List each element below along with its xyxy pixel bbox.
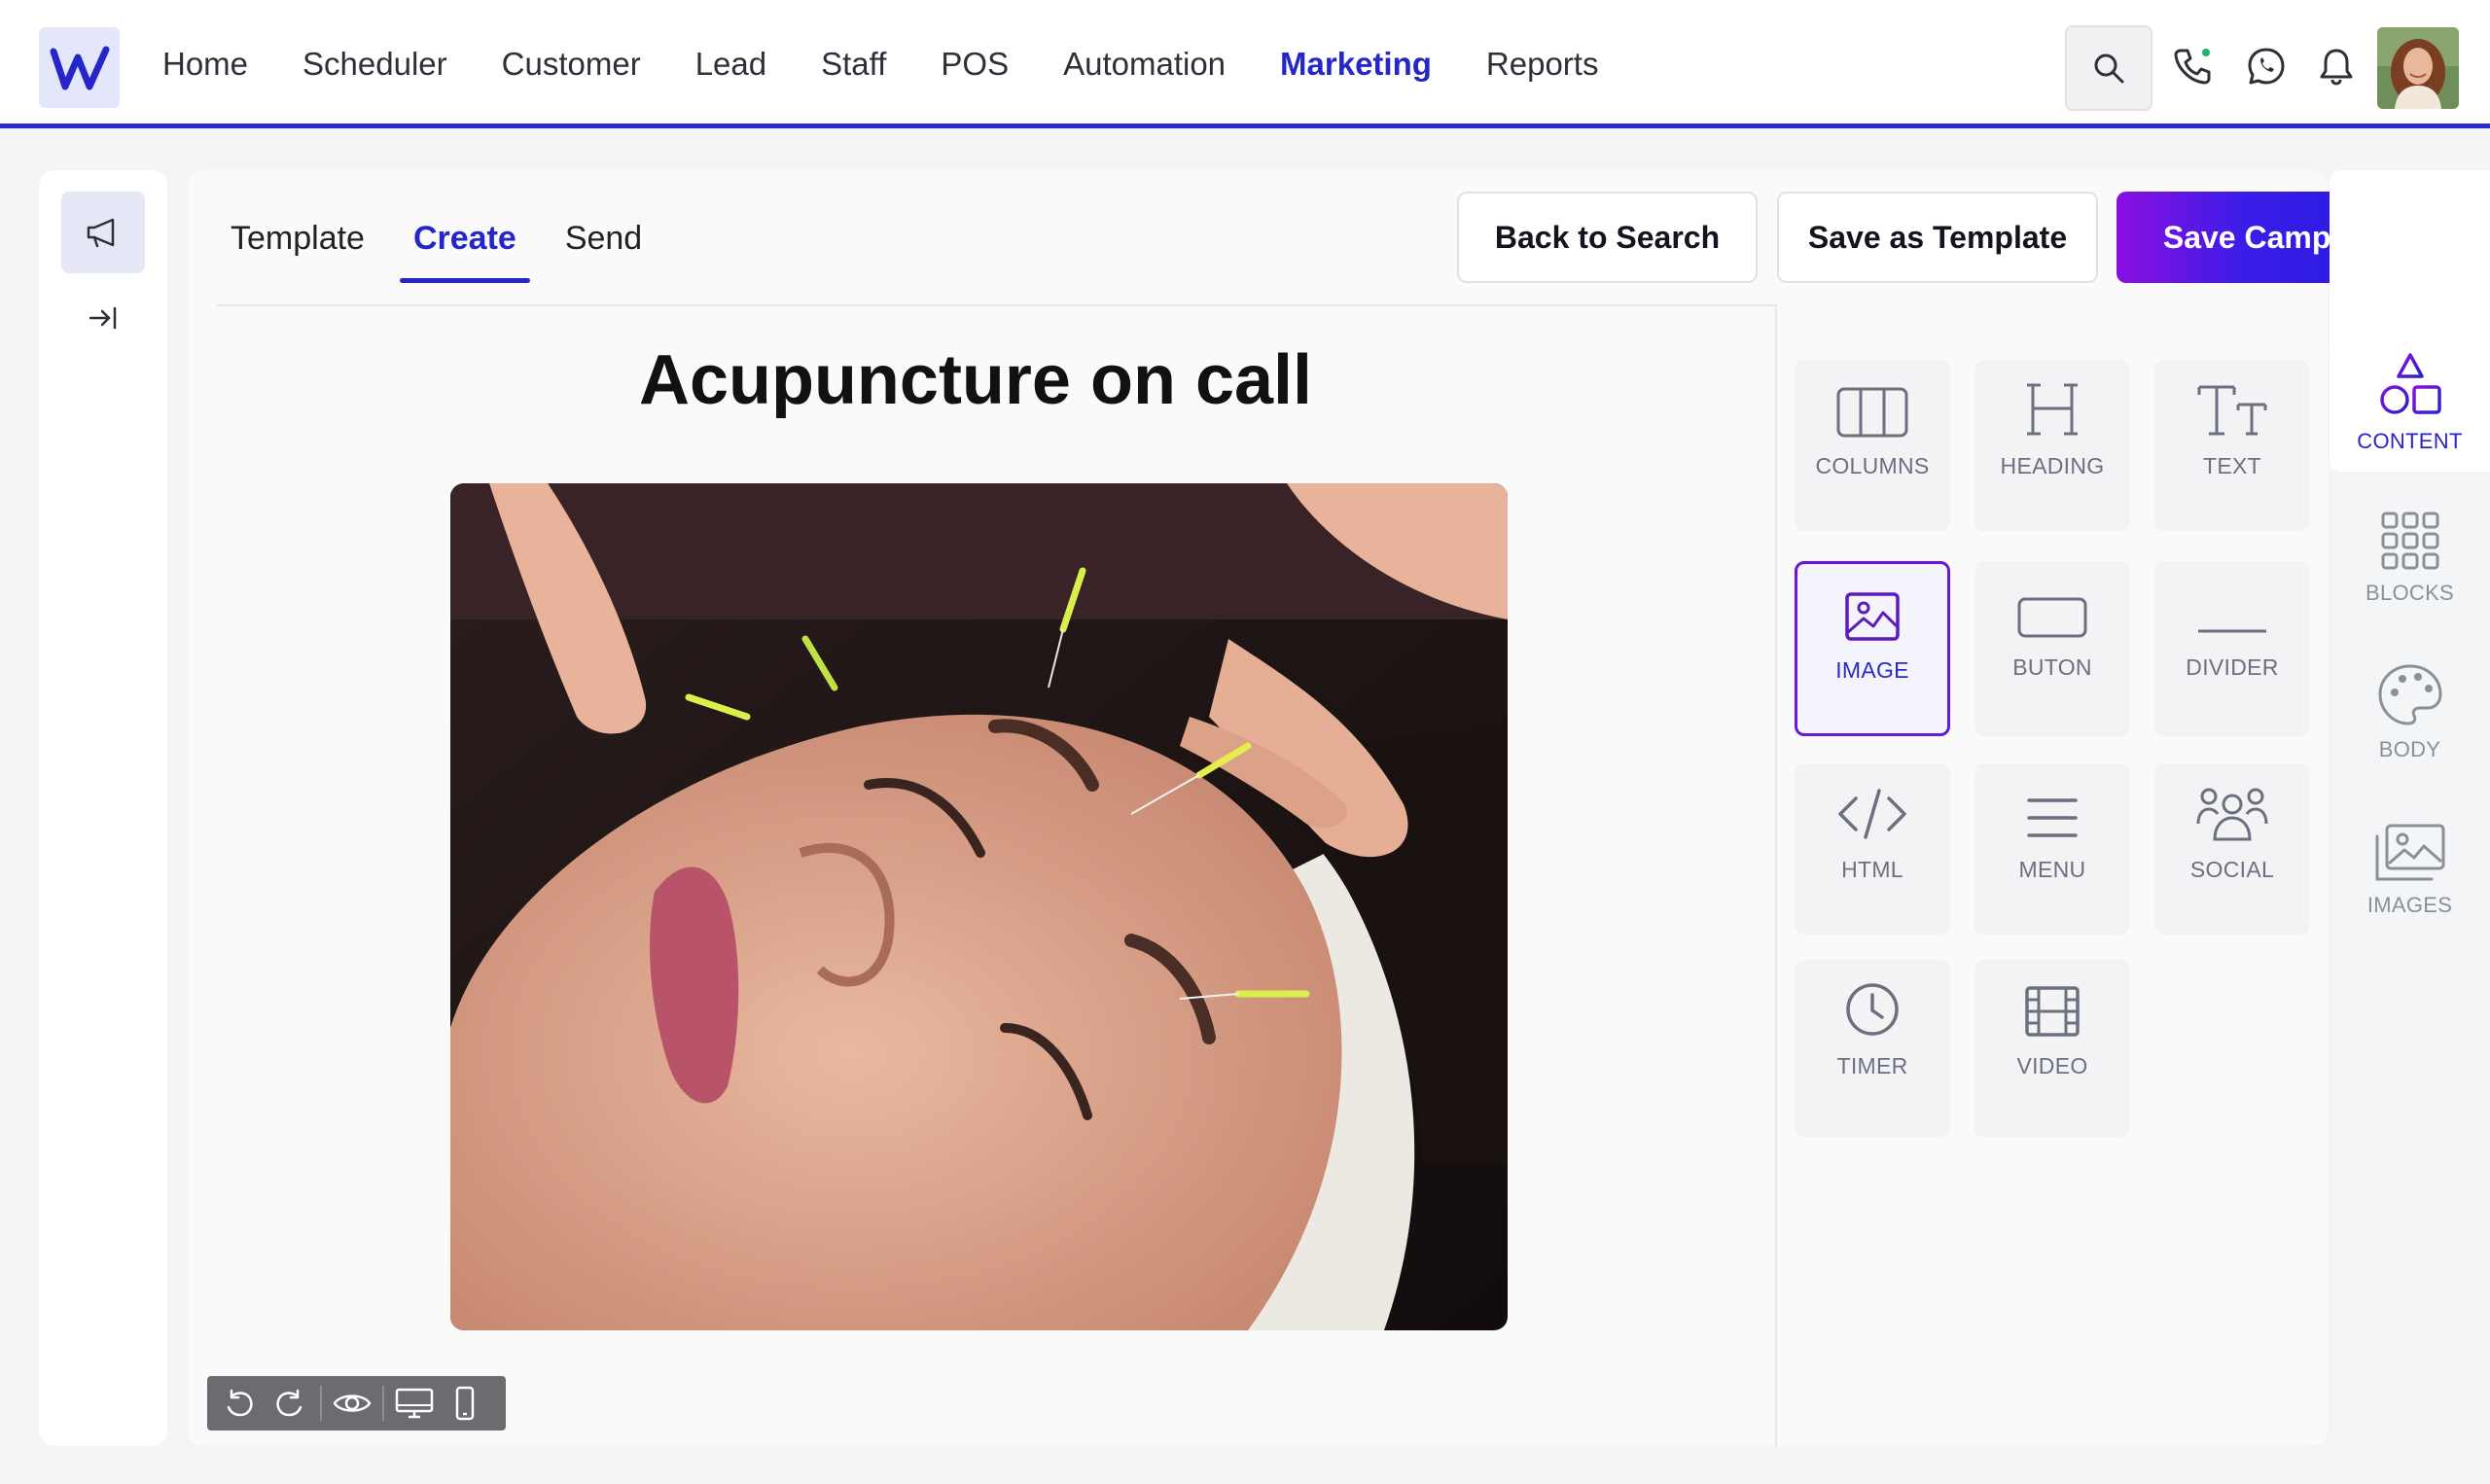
avatar-image <box>2377 27 2459 109</box>
panel-tab-content-label: CONTENT <box>2357 429 2463 453</box>
redo-button[interactable] <box>269 1383 310 1424</box>
grid-icon <box>2381 512 2438 570</box>
panel-tab-images-label: IMAGES <box>2366 893 2453 917</box>
desktop-icon <box>395 1388 434 1419</box>
back-to-search-button[interactable]: Back to Search <box>1457 192 1758 283</box>
tool-html[interactable]: HTML <box>1795 763 1950 935</box>
canvas-panel-divider <box>1775 306 1777 1446</box>
tool-heading[interactable]: HEADING <box>1974 360 2130 531</box>
expand-arrow-icon <box>89 306 117 330</box>
clock-icon <box>1844 960 1901 1038</box>
tool-text-label: TEXT <box>2203 453 2261 478</box>
nav-pos[interactable]: POS <box>941 46 1009 83</box>
logo-w-icon <box>50 46 109 89</box>
nav-home[interactable]: Home <box>162 46 248 83</box>
tab-template[interactable]: Template <box>217 170 378 306</box>
images-icon <box>2375 824 2444 881</box>
email-heading[interactable]: Acupuncture on call <box>188 340 1763 420</box>
divider-icon <box>2196 561 2268 639</box>
phone-button[interactable] <box>2171 45 2214 88</box>
campaigns-rail-button[interactable] <box>61 192 145 273</box>
tool-video[interactable]: VIDEO <box>1974 960 2130 1137</box>
tool-social[interactable]: SOCIAL <box>2154 763 2310 935</box>
panel-tab-blocks-label: BLOCKS <box>2365 581 2455 605</box>
tool-divider-label: DIVIDER <box>2186 654 2279 680</box>
nav-staff[interactable]: Staff <box>821 46 886 83</box>
editor-panel: Template Create Send Back to Search Save… <box>188 170 2441 1446</box>
tool-html-label: HTML <box>1841 857 1903 882</box>
tool-button-label: BUTON <box>2012 654 2092 680</box>
tool-columns[interactable]: COLUMNS <box>1795 360 1950 531</box>
tool-timer[interactable]: TIMER <box>1795 960 1950 1137</box>
panel-tab-body[interactable]: BODY <box>2330 663 2490 762</box>
toolbar-separator <box>382 1386 384 1421</box>
tab-send[interactable]: Send <box>551 170 656 306</box>
app-logo[interactable] <box>39 27 120 108</box>
button-icon <box>2016 561 2088 639</box>
save-as-template-button[interactable]: Save as Template <box>1777 192 2098 283</box>
top-navigation-bar: Home Scheduler Customer Lead Staff POS A… <box>0 0 2490 128</box>
panel-tab-images[interactable]: IMAGES <box>2330 823 2490 918</box>
tool-divider[interactable]: DIVIDER <box>2154 561 2310 736</box>
right-rail-items: CONTENT <box>2330 170 2490 486</box>
nav-reports[interactable]: Reports <box>1486 46 1599 83</box>
canvas-toolbar <box>207 1376 506 1431</box>
tabs-divider <box>217 304 1777 306</box>
whatsapp-icon <box>2248 48 2285 85</box>
undo-button[interactable] <box>219 1383 260 1424</box>
megaphone-icon <box>87 218 115 248</box>
image-icon <box>1844 564 1901 642</box>
undo-icon <box>227 1389 253 1417</box>
tool-columns-label: COLUMNS <box>1815 453 1930 478</box>
mobile-view-button[interactable] <box>445 1383 485 1424</box>
panel-tab-content[interactable]: CONTENT <box>2330 345 2490 472</box>
toolbar-separator <box>320 1386 322 1421</box>
tool-menu-label: MENU <box>2018 857 2086 882</box>
expand-rail-button[interactable] <box>61 289 145 347</box>
shapes-icon <box>2379 353 2441 414</box>
search-button[interactable] <box>2065 25 2152 111</box>
user-avatar[interactable] <box>2377 27 2459 109</box>
desktop-view-button[interactable] <box>394 1383 435 1424</box>
preview-button[interactable] <box>332 1383 373 1424</box>
main-nav: Home Scheduler Customer Lead Staff POS A… <box>162 0 1653 128</box>
acupuncture-photo <box>450 483 1508 1330</box>
menu-icon <box>2025 763 2080 841</box>
code-icon <box>1836 763 1908 841</box>
panel-tab-body-label: BODY <box>2378 737 2441 761</box>
tool-social-label: SOCIAL <box>2189 857 2275 882</box>
palette-icon <box>2377 664 2442 725</box>
tab-create[interactable]: Create <box>399 170 530 306</box>
notifications-button[interactable] <box>2315 45 2358 88</box>
mobile-icon <box>455 1386 475 1421</box>
eye-icon <box>333 1395 372 1412</box>
tool-image[interactable]: IMAGE <box>1795 561 1950 736</box>
bell-icon <box>2320 49 2353 86</box>
nav-lead[interactable]: Lead <box>695 46 766 83</box>
film-icon <box>2024 960 2081 1038</box>
nav-customer[interactable]: Customer <box>502 46 641 83</box>
nav-scheduler[interactable]: Scheduler <box>302 46 447 83</box>
editor-tabs: Template Create Send <box>217 170 677 306</box>
heading-icon <box>2025 360 2080 438</box>
tool-video-label: VIDEO <box>2016 1053 2088 1078</box>
tool-timer-label: TIMER <box>1836 1053 1908 1078</box>
text-icon <box>2195 360 2269 438</box>
tool-heading-label: HEADING <box>2000 453 2105 478</box>
tool-text[interactable]: TEXT <box>2154 360 2310 531</box>
tool-image-label: IMAGE <box>1835 657 1909 683</box>
search-icon <box>2094 53 2124 84</box>
users-icon <box>2196 763 2268 841</box>
nav-marketing[interactable]: Marketing <box>1280 46 1432 83</box>
whatsapp-button[interactable] <box>2245 45 2288 88</box>
redo-icon <box>276 1389 302 1417</box>
email-hero-image[interactable] <box>450 483 1508 1330</box>
phone-icon <box>2174 49 2211 85</box>
panel-tab-blocks[interactable]: BLOCKS <box>2330 511 2490 606</box>
tool-menu[interactable]: MENU <box>1974 763 2130 935</box>
tool-button[interactable]: BUTON <box>1974 561 2130 736</box>
left-rail <box>39 170 167 1446</box>
nav-automation[interactable]: Automation <box>1063 46 1226 83</box>
columns-icon <box>1836 360 1908 438</box>
